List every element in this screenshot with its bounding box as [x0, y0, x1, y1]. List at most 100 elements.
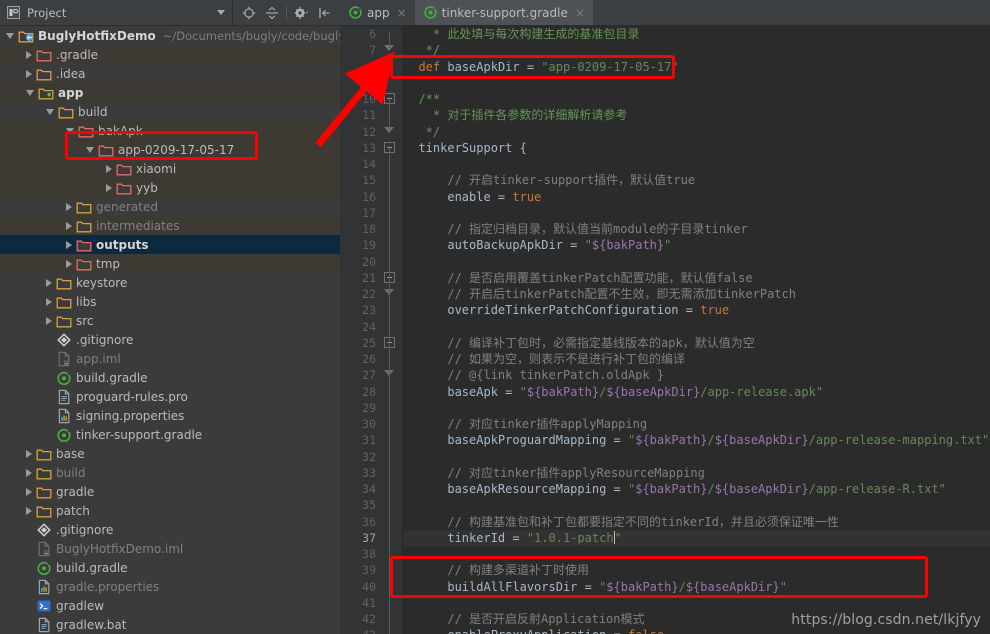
tree-node-outputs[interactable]: outputs [0, 235, 340, 254]
code-line[interactable] [404, 595, 990, 611]
chevron-right-icon[interactable] [46, 278, 52, 287]
chevron-down-icon[interactable] [26, 89, 34, 96]
tree-node-idea[interactable]: .idea [0, 64, 340, 83]
hide-panel-icon[interactable] [314, 2, 335, 23]
code-area[interactable]: * 此处填与每次构建生成的基准包目录 */ def baseApkDir = "… [402, 26, 990, 634]
code-line[interactable]: baseApkResourceMapping = "${bakPath}/${b… [404, 481, 990, 497]
chevron-right-icon[interactable] [26, 449, 32, 458]
chevron-down-icon[interactable] [66, 127, 74, 134]
chevron-down-icon[interactable] [217, 10, 225, 15]
chevron-right-icon[interactable] [106, 164, 112, 173]
code-line[interactable]: // 编译补丁包时，必需指定基线版本的apk，默认值为空 [404, 335, 990, 351]
chevron-down-icon[interactable] [46, 108, 54, 115]
tree-node-gradlew[interactable]: gradlew [0, 596, 340, 615]
tree-node-build-gradle[interactable]: build.gradle [0, 558, 340, 577]
code-line[interactable] [404, 546, 990, 562]
code-line[interactable] [404, 400, 990, 416]
code-line[interactable]: overrideTinkerPatchConfiguration = true [404, 302, 990, 318]
chevron-right-icon[interactable] [26, 506, 32, 515]
chevron-right-icon[interactable] [66, 221, 72, 230]
tree-node-tinker-support-gradle[interactable]: tinker-support.gradle [0, 425, 340, 444]
chevron-right-icon[interactable] [46, 316, 52, 325]
tree-node-generated[interactable]: generated [0, 197, 340, 216]
tree-node-build-gradle[interactable]: build.gradle [0, 368, 340, 387]
code-editor[interactable]: 6 7 8 9 10 11 12 13 14 15 16 17 18 19 20 21 22 23 24 25 26 27… [340, 26, 990, 634]
code-line[interactable] [404, 254, 990, 270]
tree-node-intermediates[interactable]: intermediates [0, 216, 340, 235]
tree-node-gitignore[interactable]: .gitignore [0, 520, 340, 539]
close-icon[interactable]: × [397, 7, 407, 19]
code-line[interactable]: // 对应tinker插件applyMapping [404, 416, 990, 432]
code-line[interactable]: tinkerSupport { [404, 140, 990, 156]
chevron-right-icon[interactable] [66, 240, 72, 249]
code-line[interactable]: // 开启tinker-support插件，默认值true [404, 172, 990, 188]
tree-node-gradle-properties[interactable]: gradle.properties [0, 577, 340, 596]
chevron-right-icon[interactable] [106, 183, 112, 192]
tree-node-gradlew-bat[interactable]: gradlew.bat [0, 615, 340, 634]
settings-gear-icon[interactable] [291, 2, 312, 23]
tab-tinker-support-gradle[interactable]: tinker-support.gradle × [414, 0, 593, 25]
code-line[interactable]: */ [404, 124, 990, 140]
code-line[interactable]: // 开启后tinkerPatch配置不生效，即无需添加tinkerPatch [404, 286, 990, 302]
tree-node-build[interactable]: build [0, 102, 340, 121]
code-line[interactable]: // 是否启用覆盖tinkerPatch配置功能，默认值false [404, 270, 990, 286]
tree-node-signing-properties[interactable]: signing.properties [0, 406, 340, 425]
chevron-right-icon[interactable] [46, 297, 52, 306]
code-line[interactable]: */ [404, 42, 990, 58]
tree-node-buglyhotfixdemo-iml[interactable]: BuglyHotfixDemo.iml [0, 539, 340, 558]
tree-node-gitignore[interactable]: .gitignore [0, 330, 340, 349]
code-line[interactable] [404, 497, 990, 513]
tree-node-base[interactable]: base [0, 444, 340, 463]
tree-node-build[interactable]: build [0, 463, 340, 482]
code-line[interactable]: autoBackupApkDir = "${bakPath}" [404, 237, 990, 253]
code-line[interactable]: baseApkProguardMapping = "${bakPath}/${b… [404, 432, 990, 448]
code-line[interactable]: // 指定归档目录，默认值当前module的子目录tinker [404, 221, 990, 237]
tree-node-gradle[interactable]: .gradle [0, 45, 340, 64]
chevron-right-icon[interactable] [26, 69, 32, 78]
code-line[interactable]: def baseApkDir = "app-0209-17-05-17" [404, 59, 990, 75]
tree-node-app-0209-17-05-17[interactable]: app-0209-17-05-17 [0, 140, 340, 159]
tree-node-yyb[interactable]: yyb [0, 178, 340, 197]
tree-node-app-iml[interactable]: app.iml [0, 349, 340, 368]
fold-column[interactable] [378, 26, 402, 634]
tree-node-gradle[interactable]: gradle [0, 482, 340, 501]
chevron-right-icon[interactable] [26, 468, 32, 477]
code-line[interactable]: /** [404, 91, 990, 107]
tree-node-src[interactable]: src [0, 311, 340, 330]
code-line[interactable]: // 如果为空，则表示不是进行补丁包的编译 [404, 351, 990, 367]
chevron-down-icon[interactable] [6, 32, 14, 39]
tree-node-libs[interactable]: libs [0, 292, 340, 311]
code-line[interactable]: // 对应tinker插件applyResourceMapping [404, 465, 990, 481]
code-line[interactable]: * 此处填与每次构建生成的基准包目录 [404, 26, 990, 42]
code-line[interactable]: baseApk = "${bakPath}/${baseApkDir}/app-… [404, 384, 990, 400]
tree-node-bakapk[interactable]: bakApk [0, 121, 340, 140]
tree-node-buglyhotfixdemo[interactable]: BuglyHotfixDemo ~/Documents/bugly/code/bu… [0, 26, 340, 45]
tree-node-xiaomi[interactable]: xiaomi [0, 159, 340, 178]
tree-node-tmp[interactable]: tmp [0, 254, 340, 273]
tab-app[interactable]: app × [340, 0, 415, 25]
editor-gutter[interactable]: 6 7 8 9 10 11 12 13 14 15 16 17 18 19 20 21 22 23 24 25 26 27… [340, 26, 402, 634]
tree-node-keystore[interactable]: keystore [0, 273, 340, 292]
tree-node-proguard-rules-pro[interactable]: proguard-rules.pro [0, 387, 340, 406]
project-tree[interactable]: BuglyHotfixDemo ~/Documents/bugly/code/bu… [0, 26, 340, 634]
code-line[interactable]: tinkerId = "1.0.1-patch" [404, 529, 990, 546]
code-line[interactable] [404, 319, 990, 335]
locate-target-icon[interactable] [238, 2, 259, 23]
code-line[interactable] [404, 205, 990, 221]
code-line[interactable] [404, 449, 990, 465]
chevron-down-icon[interactable] [86, 146, 94, 153]
collapse-all-icon[interactable] [261, 2, 282, 23]
code-line[interactable]: // 构建基准包和补丁包都要指定不同的tinkerId，并且必须保证唯一性 [404, 514, 990, 530]
tree-node-patch[interactable]: patch [0, 501, 340, 520]
code-line[interactable]: // @{link tinkerPatch.oldApk } [404, 367, 990, 383]
chevron-right-icon[interactable] [26, 50, 32, 59]
code-line[interactable] [404, 75, 990, 91]
code-line[interactable] [404, 156, 990, 172]
code-line[interactable]: // 构建多渠道补丁时使用 [404, 562, 990, 578]
code-line[interactable]: * 对于插件各参数的详细解析请参考 [404, 107, 990, 123]
code-line[interactable]: enable = true [404, 189, 990, 205]
tree-node-app[interactable]: app [0, 83, 340, 102]
chevron-right-icon[interactable] [66, 202, 72, 211]
close-icon[interactable]: × [575, 7, 585, 19]
code-line[interactable]: enableProxyApplication = false [404, 627, 990, 634]
